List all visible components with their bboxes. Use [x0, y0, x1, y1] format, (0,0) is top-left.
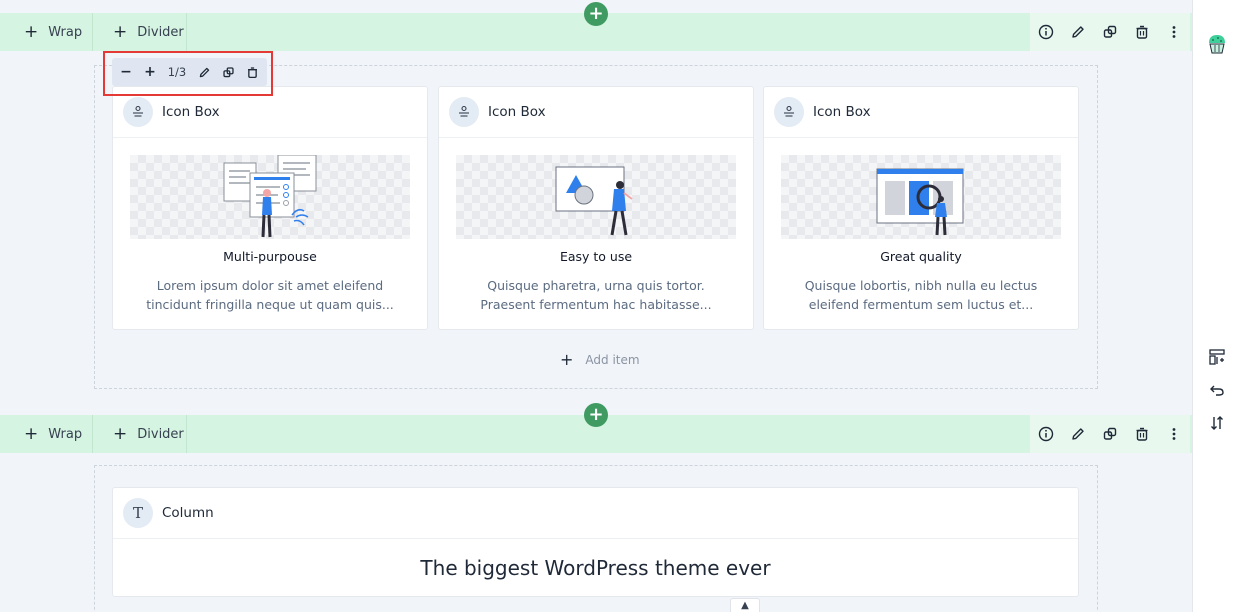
scroll-up-button[interactable]: ▲ — [730, 598, 760, 612]
sort-icon[interactable] — [1205, 411, 1229, 435]
plus-icon: + — [24, 423, 39, 444]
card-description: Lorem ipsum dolor sit amet eleifend tinc… — [146, 278, 394, 312]
wrap-label: Wrap — [48, 24, 83, 40]
card-heading: Multi-purpouse — [223, 249, 317, 264]
more-vertical-icon[interactable] — [1158, 13, 1190, 51]
icon-box-card[interactable]: Icon Box Easy to use Quisque pharetra, u… — [438, 86, 754, 330]
add-section-button[interactable]: + — [584, 403, 608, 427]
info-icon[interactable] — [1030, 415, 1062, 453]
more-vertical-icon[interactable] — [1158, 415, 1190, 453]
bar-separator — [92, 13, 93, 51]
divider-button[interactable]: + Divider — [113, 415, 184, 453]
bar-separator — [186, 13, 187, 51]
card-heading: Great quality — [880, 249, 962, 264]
column-text: The biggest WordPress theme ever — [420, 556, 771, 580]
divider-label: Divider — [137, 426, 184, 442]
section-actions — [1030, 415, 1190, 453]
copy-icon[interactable] — [1094, 415, 1126, 453]
plus-icon: + — [113, 21, 128, 42]
wrap-label: Wrap — [48, 426, 83, 442]
section-actions — [1030, 13, 1190, 51]
icon-box-card[interactable]: Icon Box Great quality Quisque lobortis,… — [763, 86, 1079, 330]
pencil-icon[interactable] — [1062, 13, 1094, 51]
selection-highlight — [103, 51, 273, 96]
info-icon[interactable] — [1030, 13, 1062, 51]
align-center-icon — [123, 97, 153, 127]
illustration-multi-purpose — [130, 155, 410, 239]
trash-icon[interactable] — [1126, 415, 1158, 453]
plus-icon: + — [560, 350, 574, 369]
cupcake-logo-icon[interactable] — [1205, 32, 1229, 56]
copy-icon[interactable] — [1094, 13, 1126, 51]
card-heading: Easy to use — [559, 249, 633, 264]
card-description: Quisque lobortis, nibh nulla eu lectus e… — [804, 278, 1038, 312]
wrap-button[interactable]: + Wrap — [24, 13, 82, 51]
column-label: Column — [162, 505, 214, 521]
right-sidebar — [1192, 0, 1240, 612]
editor-canvas: + + Wrap + Divider − + 1/3 Icon Box Mult… — [0, 0, 1192, 612]
illustration-easy-to-use — [456, 155, 736, 239]
column-block[interactable]: T Column The biggest WordPress theme eve… — [112, 487, 1079, 597]
add-section-button[interactable]: + — [584, 2, 608, 26]
card-label: Icon Box — [162, 104, 220, 120]
illustration-great-quality — [781, 155, 1061, 239]
card-description: Quisque pharetra, urna quis tortor. Prae… — [480, 278, 712, 312]
add-item-button[interactable]: + Add item — [560, 350, 640, 369]
trash-icon[interactable] — [1126, 13, 1158, 51]
plus-icon: + — [24, 21, 39, 42]
card-label: Icon Box — [488, 104, 546, 120]
wrap-button[interactable]: + Wrap — [24, 415, 82, 453]
divider-label: Divider — [137, 24, 184, 40]
align-center-icon — [774, 97, 804, 127]
card-header: T Column — [113, 488, 1078, 539]
undo-icon[interactable] — [1205, 378, 1229, 402]
icon-box-card[interactable]: Icon Box Multi-purpouse Lorem ipsum dolo… — [112, 86, 428, 330]
card-label: Icon Box — [813, 104, 871, 120]
pencil-icon[interactable] — [1062, 415, 1094, 453]
bar-separator — [92, 415, 93, 453]
text-type-icon: T — [123, 498, 153, 528]
bar-separator — [186, 415, 187, 453]
card-header: Icon Box — [764, 87, 1078, 138]
card-header: Icon Box — [439, 87, 753, 138]
divider-button[interactable]: + Divider — [113, 13, 184, 51]
plus-icon: + — [113, 423, 128, 444]
layout-add-icon[interactable] — [1205, 345, 1229, 369]
add-item-label: Add item — [585, 352, 640, 367]
align-center-icon — [449, 97, 479, 127]
